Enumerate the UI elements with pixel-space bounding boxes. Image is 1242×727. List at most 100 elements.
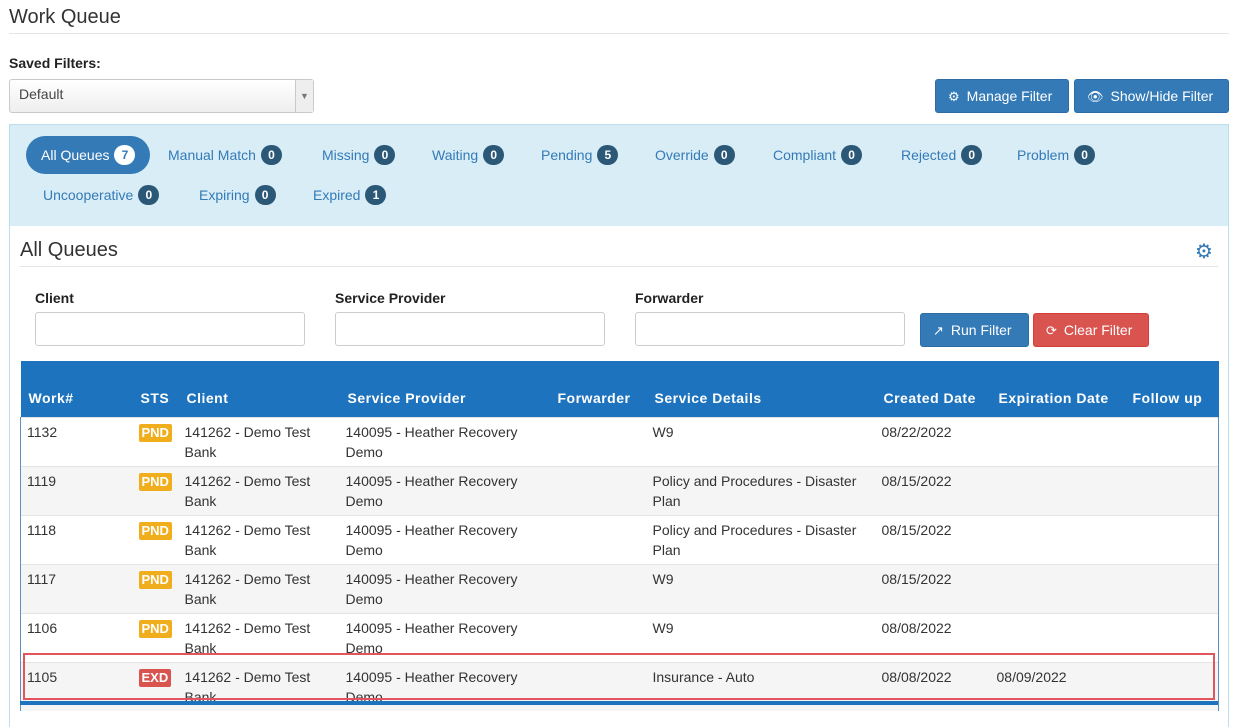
tab-label: Problem [1017, 147, 1070, 163]
saved-filters-select[interactable]: Default ▼ [9, 79, 314, 113]
table-row[interactable]: 1118 PND 141262 - Demo Test Bank 140095 … [20, 514, 1219, 564]
page-title: Work Queue [9, 6, 121, 28]
cell-client: 141262 - Demo Test Bank [178, 465, 340, 515]
clear-filter-label: Clear Filter [1063, 322, 1133, 338]
cell-created-date: 08/15/2022 [875, 465, 991, 515]
tab-override[interactable]: Override 0 [655, 136, 735, 174]
column-header-expiration-date[interactable]: Expiration Date [990, 361, 1125, 417]
cell-client: 141262 - Demo Test Bank [178, 514, 340, 564]
tab-label: Expired [313, 187, 361, 203]
tab-count-badge: 0 [374, 145, 396, 165]
column-header-follow-up[interactable]: Follow up [1124, 361, 1219, 417]
cell-service-provider: 140095 - Heather Recovery Demo [339, 465, 550, 515]
queue-panel: All Queues 7 Manual Match 0 Missing 0 Waiti… [9, 124, 1229, 727]
cell-client: 141262 - Demo Test Bank [178, 416, 340, 466]
chevron-down-icon[interactable]: ▼ [295, 80, 313, 112]
client-filter-input[interactable] [35, 312, 305, 346]
tab-all-queues[interactable]: All Queues 7 [26, 136, 151, 174]
cell-follow-up [1124, 465, 1219, 515]
cell-follow-up [1124, 416, 1219, 466]
tab-count-badge: 0 [841, 145, 863, 165]
run-filter-label: Run Filter [950, 322, 1012, 338]
eye-icon: 👁 [1087, 89, 1104, 104]
tab-count-badge: 0 [961, 145, 983, 165]
cell-service-details: Policy and Procedures - Disaster Plan [646, 465, 876, 515]
cell-expiration-date [990, 612, 1125, 662]
cell-work[interactable]: 1119 [20, 465, 133, 515]
table-row[interactable]: 1117 PND 141262 - Demo Test Bank 140095 … [20, 563, 1219, 613]
service-provider-filter-label: Service Provider [335, 290, 446, 306]
table-header-row: Work# STS Client Service Provider Forwar… [20, 361, 1219, 417]
tab-label: Compliant [773, 147, 837, 163]
manage-filter-button[interactable]: ⚙ Manage Filter [935, 79, 1069, 113]
cell-work[interactable]: 1132 [20, 416, 133, 466]
saved-filters-value: Default [19, 86, 64, 102]
tab-label: Expiring [199, 187, 250, 203]
forwarder-filter-label: Forwarder [635, 290, 704, 306]
cell-work[interactable]: 1117 [20, 563, 133, 613]
column-header-work[interactable]: Work# [20, 361, 133, 417]
tab-label: Manual Match [168, 147, 256, 163]
column-header-forwarder[interactable]: Forwarder [549, 361, 647, 417]
tab-label: Override [655, 147, 709, 163]
cell-forwarder [549, 563, 647, 613]
tab-pending[interactable]: Pending 5 [541, 136, 619, 174]
cell-work[interactable]: 1106 [20, 612, 133, 662]
column-header-service-provider[interactable]: Service Provider [339, 361, 550, 417]
column-header-client[interactable]: Client [178, 361, 340, 417]
status-badge: PND [138, 570, 172, 589]
tab-problem[interactable]: Problem 0 [1017, 136, 1096, 174]
tab-label: All Queues [41, 147, 110, 163]
cell-service-provider: 140095 - Heather Recovery Demo [339, 514, 550, 564]
tab-count-badge: 0 [1074, 145, 1096, 165]
show-hide-filter-label: Show/Hide Filter [1110, 88, 1214, 104]
tab-rejected[interactable]: Rejected 0 [901, 136, 983, 174]
table-row[interactable]: 1106 PND 141262 - Demo Test Bank 140095 … [20, 612, 1219, 662]
tab-count-badge: 0 [138, 185, 160, 205]
tab-expired[interactable]: Expired 1 [313, 176, 387, 214]
cell-work[interactable]: 1118 [20, 514, 133, 564]
tab-uncooperative[interactable]: Uncooperative 0 [43, 176, 160, 214]
saved-filters-label: Saved Filters: [9, 55, 101, 71]
cell-follow-up [1124, 612, 1219, 662]
clear-filter-button[interactable]: ⟳ Clear Filter [1033, 313, 1149, 347]
cell-created-date: 08/15/2022 [875, 514, 991, 564]
forwarder-filter-input[interactable] [635, 312, 905, 346]
tab-missing[interactable]: Missing 0 [322, 136, 396, 174]
tab-manual-match[interactable]: Manual Match 0 [168, 136, 282, 174]
show-hide-filter-button[interactable]: 👁 Show/Hide Filter [1074, 79, 1229, 113]
tab-count-badge: 7 [114, 145, 136, 165]
run-filter-button[interactable]: ↗ Run Filter [920, 313, 1029, 347]
work-queue-table: Work# STS Client Service Provider Forwar… [20, 361, 1219, 711]
cell-service-provider: 140095 - Heather Recovery Demo [339, 612, 550, 662]
cell-follow-up [1124, 563, 1219, 613]
table-row[interactable]: 1132 PND 141262 - Demo Test Bank 140095 … [20, 416, 1219, 466]
column-header-created-date[interactable]: Created Date [875, 361, 991, 417]
column-header-service-details[interactable]: Service Details [646, 361, 876, 417]
tab-count-badge: 0 [713, 145, 735, 165]
cell-service-provider: 140095 - Heather Recovery Demo [339, 563, 550, 613]
table-row[interactable]: 1119 PND 141262 - Demo Test Bank 140095 … [20, 465, 1219, 515]
tab-waiting[interactable]: Waiting 0 [432, 136, 505, 174]
cell-client: 141262 - Demo Test Bank [178, 563, 340, 613]
cell-expiration-date [990, 563, 1125, 613]
tab-count-badge: 0 [260, 145, 282, 165]
tab-expiring[interactable]: Expiring 0 [199, 176, 276, 214]
gear-icon[interactable]: ⚙ [1193, 241, 1215, 263]
status-badge: PND [138, 521, 172, 540]
cell-forwarder [549, 514, 647, 564]
service-provider-filter-input[interactable] [335, 312, 605, 346]
cell-follow-up [1124, 514, 1219, 564]
external-link-icon: ↗ [933, 323, 944, 338]
tab-label: Rejected [901, 147, 957, 163]
section-divider [20, 266, 1218, 267]
column-header-sts[interactable]: STS [132, 361, 179, 417]
title-divider [9, 33, 1229, 34]
tab-count-badge: 0 [483, 145, 505, 165]
cell-expiration-date [990, 514, 1125, 564]
cell-service-details: W9 [646, 612, 876, 662]
status-badge: PND [138, 423, 172, 442]
cell-forwarder [549, 416, 647, 466]
tab-compliant[interactable]: Compliant 0 [773, 136, 863, 174]
cell-service-details: Policy and Procedures - Disaster Plan [646, 514, 876, 564]
